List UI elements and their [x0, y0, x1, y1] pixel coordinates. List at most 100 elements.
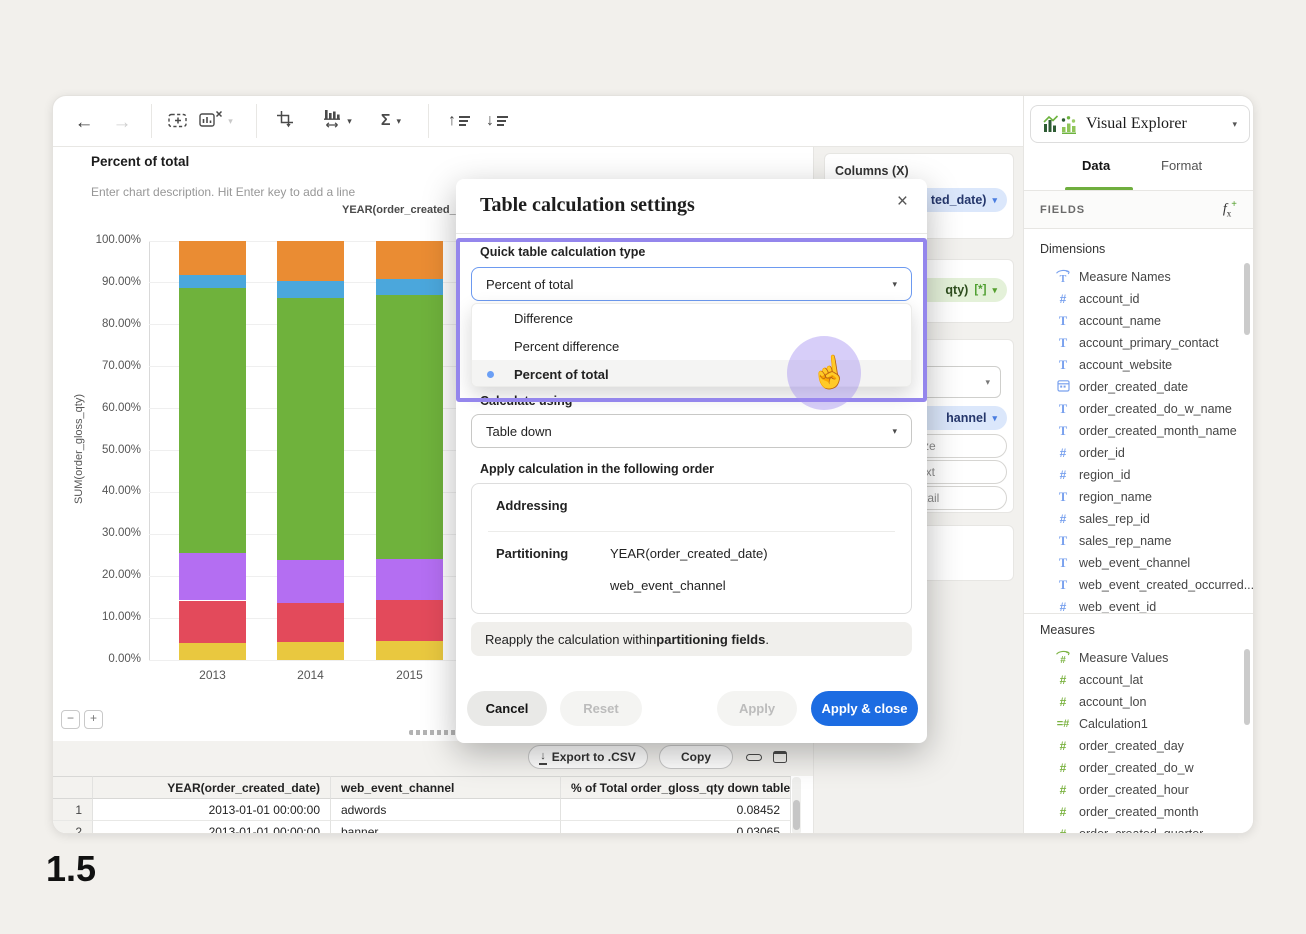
field-item[interactable]: T order_created_do_w_name — [1024, 398, 1254, 420]
x-axis-tick-label: 2013 — [179, 668, 246, 682]
dimensions-scrollbar-thumb[interactable] — [1244, 263, 1250, 335]
field-item[interactable]: T sales_rep_name — [1024, 530, 1254, 552]
bar-segment[interactable] — [376, 600, 443, 641]
export-csv-button[interactable]: ↓ Export to .CSV — [528, 745, 648, 769]
calculate-using-select[interactable]: Table down ▾ — [471, 414, 912, 448]
channel-cell: banner — [331, 821, 561, 834]
field-item[interactable]: order_created_date — [1024, 376, 1254, 398]
chevron-down-icon: ▾ — [892, 280, 897, 289]
field-label: order_created_do_w — [1079, 761, 1194, 775]
hand-cursor-icon: ☝ — [808, 351, 851, 393]
visual-explorer-selector[interactable]: Visual Explorer ▾ — [1030, 105, 1250, 143]
field-item[interactable]: # account_id — [1024, 288, 1254, 310]
bar-segment[interactable] — [179, 241, 246, 275]
field-item[interactable]: # order_id — [1024, 442, 1254, 464]
bar-segment[interactable] — [376, 641, 443, 660]
field-label: region_name — [1079, 490, 1152, 504]
field-item[interactable]: T account_primary_contact — [1024, 332, 1254, 354]
bar-segment[interactable] — [376, 279, 443, 296]
measures-scrollbar-thumb[interactable] — [1244, 649, 1250, 725]
field-item[interactable]: T web_event_channel — [1024, 552, 1254, 574]
tab-data[interactable]: Data — [1082, 158, 1110, 173]
bar-segment[interactable] — [277, 560, 344, 602]
field-label: web_event_created_occurred... — [1079, 578, 1254, 592]
chevron-down-icon: ▾ — [992, 414, 997, 423]
calculate-using-label: Calculate using — [480, 394, 572, 408]
number-icon: # — [1060, 468, 1067, 482]
field-item[interactable]: T region_name — [1024, 486, 1254, 508]
fields-header-row: FIELDS fx+ — [1024, 191, 1254, 229]
field-item[interactable]: T account_name — [1024, 310, 1254, 332]
reapply-note: Reapply the calculation within partition… — [471, 622, 912, 656]
field-item[interactable]: # Measure Values — [1024, 647, 1254, 669]
field-item[interactable]: T order_created_month_name — [1024, 420, 1254, 442]
bar-segment[interactable] — [277, 642, 344, 660]
bar-segment[interactable] — [277, 281, 344, 298]
field-item[interactable]: # order_created_do_w — [1024, 757, 1254, 779]
field-item[interactable]: # account_lat — [1024, 669, 1254, 691]
bar-segment[interactable] — [179, 288, 246, 553]
tab-format[interactable]: Format — [1161, 158, 1202, 173]
bar-segment[interactable] — [277, 603, 344, 642]
modal-header-divider — [456, 233, 927, 234]
table-scrollbar-thumb[interactable] — [793, 800, 800, 830]
bar-segment[interactable] — [277, 298, 344, 560]
field-item[interactable]: T Measure Names — [1024, 266, 1254, 288]
apply-close-button[interactable]: Apply & close — [811, 691, 918, 726]
field-item[interactable]: # web_event_id — [1024, 596, 1254, 613]
field-item[interactable]: # region_id — [1024, 464, 1254, 486]
fields-header: FIELDS — [1040, 204, 1085, 216]
bar-segment[interactable] — [277, 241, 344, 281]
field-label: order_created_hour — [1079, 783, 1189, 797]
zoom-out-button[interactable]: − — [61, 710, 80, 729]
maximize-table-icon[interactable] — [773, 751, 787, 763]
visual-explorer-icon — [1043, 114, 1077, 134]
cancel-button[interactable]: Cancel — [467, 691, 547, 726]
bar-segment[interactable] — [179, 601, 246, 644]
row-number-cell: 1 — [53, 799, 93, 821]
year-cell: 2013-01-01 00:00:00 — [93, 799, 331, 821]
data-table: YEAR(order_created_date) web_event_chann… — [53, 776, 791, 834]
apply-button[interactable]: Apply — [717, 691, 797, 726]
text-icon: T — [1059, 314, 1067, 329]
field-item[interactable]: # order_created_month — [1024, 801, 1254, 823]
field-label: order_created_month — [1079, 805, 1199, 819]
zoom-in-button[interactable]: + — [84, 710, 103, 729]
copy-button[interactable]: Copy — [659, 745, 733, 769]
table-header-channel[interactable]: web_event_channel — [331, 776, 561, 799]
table-header-pct[interactable]: % of Total order_gloss_qty down table — [561, 776, 791, 799]
bar-segment[interactable] — [179, 553, 246, 600]
number-icon: # — [1060, 695, 1067, 709]
reset-button[interactable]: Reset — [560, 691, 642, 726]
field-item[interactable]: T account_website — [1024, 354, 1254, 376]
partitioning-field-2: web_event_channel — [610, 578, 726, 593]
field-label: account_primary_contact — [1079, 336, 1219, 350]
bar-segment[interactable] — [376, 241, 443, 279]
field-item[interactable]: # order_created_quarter — [1024, 823, 1254, 834]
close-icon[interactable]: × — [897, 191, 908, 213]
calc-type-select[interactable]: Percent of total ▾ — [471, 267, 912, 301]
field-label: order_id — [1079, 446, 1125, 460]
number-icon: # — [1060, 446, 1067, 460]
bar-segment[interactable] — [376, 295, 443, 559]
calc-type-label: Quick table calculation type — [480, 245, 645, 259]
y-axis-tick-label: 30.00% — [75, 527, 141, 539]
text-icon: T — [1059, 534, 1067, 549]
table-header-year[interactable]: YEAR(order_created_date) — [93, 776, 331, 799]
sidebar: Visual Explorer ▾ Data Format FIELDS fx+… — [1023, 96, 1254, 834]
minimize-table-icon[interactable] — [746, 754, 762, 761]
bar-segment[interactable] — [179, 643, 246, 660]
table-calculation-settings-modal: Table calculation settings × Quick table… — [456, 179, 927, 743]
field-item[interactable]: # account_lon — [1024, 691, 1254, 713]
field-item[interactable]: # order_created_day — [1024, 735, 1254, 757]
rows-pill-label: qty) — [945, 283, 968, 297]
y-axis-tick-label: 50.00% — [75, 444, 141, 456]
add-calculation-button[interactable]: fx+ — [1223, 199, 1237, 218]
field-item[interactable]: =# Calculation1 — [1024, 713, 1254, 735]
field-item[interactable]: # sales_rep_id — [1024, 508, 1254, 530]
dropdown-option[interactable]: Difference — [472, 304, 911, 332]
field-item[interactable]: # order_created_hour — [1024, 779, 1254, 801]
bar-segment[interactable] — [179, 275, 246, 288]
field-item[interactable]: T web_event_created_occurred... — [1024, 574, 1254, 596]
bar-segment[interactable] — [376, 559, 443, 599]
